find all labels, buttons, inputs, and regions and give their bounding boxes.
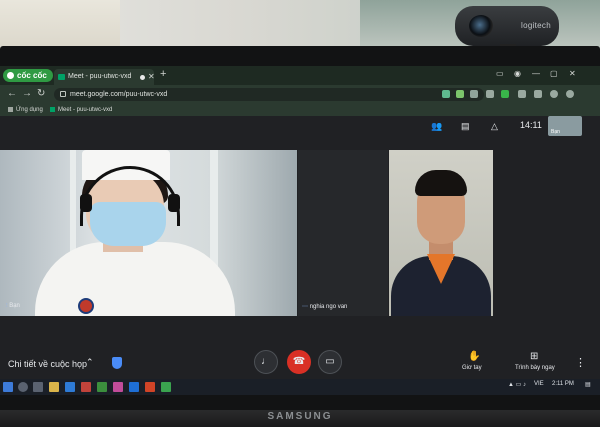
bookmark-star-icon[interactable]: [456, 90, 464, 98]
microphone-icon: ♩: [261, 356, 271, 367]
start-icon[interactable]: [3, 382, 13, 392]
bookmark-apps-label: Ứng dụng: [16, 107, 43, 113]
audio-indicator-icon: ⋯: [302, 304, 308, 310]
activities-icon[interactable]: △: [491, 121, 498, 132]
headset-earpiece: [168, 194, 180, 212]
back-icon[interactable]: ←: [7, 88, 17, 99]
coccoc-taskbar-icon[interactable]: [161, 382, 171, 392]
camera-button[interactable]: ▭: [318, 350, 342, 374]
raise-hand-icon[interactable]: ✋: [468, 351, 480, 362]
participant-name: ⋯ nghia ngo van: [302, 303, 347, 310]
apps-grid-icon: [8, 107, 13, 112]
self-view-label: Bạn: [551, 129, 560, 135]
participant-tile-self[interactable]: ⫶ Bạn: [0, 150, 297, 316]
app-icon[interactable]: [81, 382, 91, 392]
monitor-brand: SAMSUNG: [267, 411, 333, 422]
file-explorer-icon[interactable]: [49, 382, 59, 392]
download-extension-icon[interactable]: [501, 90, 509, 98]
participant-name-text: nghia ngo van: [309, 304, 348, 310]
browser-logo-label: cốc cốc: [17, 71, 47, 80]
chevron-up-icon[interactable]: ⌃: [86, 357, 94, 368]
bookmark-meet-label: Meet - puu-utwc-vxd: [58, 107, 113, 113]
account-icon[interactable]: ◉: [514, 69, 521, 78]
hospital-badge: [78, 298, 94, 314]
security-shield-icon[interactable]: [112, 357, 122, 369]
self-view-thumbnail[interactable]: Bạn: [548, 116, 582, 136]
maximize-icon[interactable]: ▢: [550, 69, 558, 78]
bookmark-apps[interactable]: Ứng dụng: [8, 104, 43, 116]
taskbar-clock[interactable]: 2:11 PM: [552, 381, 574, 387]
window-close-icon[interactable]: ✕: [569, 69, 576, 78]
edge-icon[interactable]: [65, 382, 75, 392]
camera-icon: ▭: [325, 356, 335, 367]
meeting-clock: 14:11: [520, 120, 542, 130]
present-label[interactable]: Trình bày ngay: [515, 365, 555, 371]
lock-icon: [60, 91, 66, 97]
meet-content: 👥 ▤ △ 14:11 Bạn ⫶ Bạn ⋯ nghia ngo van: [0, 116, 600, 379]
tab-close-icon[interactable]: ✕: [148, 69, 155, 85]
menu-icon[interactable]: [566, 90, 574, 98]
app-icon[interactable]: [113, 382, 123, 392]
tray-icons[interactable]: ▲ ▭ ♪: [508, 381, 526, 388]
chat-icon[interactable]: ▤: [461, 121, 470, 132]
participant-hair: [415, 170, 467, 196]
coccoc-icon: [7, 72, 14, 79]
meeting-details-button[interactable]: Chi tiết về cuộc họp: [8, 359, 87, 369]
url-text: meet.google.com/puu-utwc-vxd: [70, 91, 168, 98]
monitor-screen: cốc cốc Meet - puu-utwc-vxd ✕ + ▭ ◉ — ▢ …: [0, 66, 600, 395]
people-icon[interactable]: 👥: [431, 121, 442, 132]
more-options-icon[interactable]: ⋮: [575, 356, 586, 369]
app-icon[interactable]: [129, 382, 139, 392]
end-call-icon: ☎: [292, 356, 306, 367]
minimize-icon[interactable]: —: [532, 69, 540, 78]
recording-dot-icon: [140, 75, 145, 80]
browser-toolbar: ← → ↻ meet.google.com/puu-utwc-vxd: [0, 85, 600, 104]
search-icon[interactable]: [18, 382, 28, 392]
end-call-button[interactable]: ☎: [287, 350, 311, 374]
browser-tab-strip: cốc cốc Meet - puu-utwc-vxd ✕ + ▭ ◉ — ▢ …: [0, 66, 600, 85]
puzzle-icon[interactable]: [518, 90, 526, 98]
meet-control-bar: Chi tiết về cuộc họp ⌃ ♩ ☎ ▭ ✋ Giơ tay ⊞…: [0, 348, 600, 379]
headset-earpiece: [80, 194, 92, 212]
webcam-brand: logitech: [521, 21, 551, 30]
audio-indicator-icon: ⫶: [6, 303, 8, 309]
webcam: logitech: [455, 6, 559, 46]
webcam-lens: [469, 15, 493, 37]
reload-icon[interactable]: ↻: [37, 88, 45, 99]
tab-search-icon[interactable]: ▭: [496, 69, 504, 78]
address-bar[interactable]: meet.google.com/puu-utwc-vxd: [54, 88, 484, 101]
input-language[interactable]: VIE: [534, 381, 544, 387]
sidebar-icon[interactable]: [534, 90, 542, 98]
tab-title: Meet - puu-utwc-vxd: [68, 73, 132, 80]
meet-favicon-icon: [58, 74, 65, 80]
participant-name: ⫶ Bạn: [6, 303, 20, 310]
task-view-icon[interactable]: [33, 382, 43, 392]
tab-meet[interactable]: Meet - puu-utwc-vxd ✕: [54, 69, 155, 85]
forward-icon[interactable]: →: [22, 88, 32, 99]
notification-icon[interactable]: ▤: [585, 381, 591, 388]
participant-tile-remote[interactable]: [389, 150, 493, 316]
bookmark-meet[interactable]: Meet - puu-utwc-vxd: [50, 104, 112, 116]
raise-hand-label[interactable]: Giơ tay: [462, 365, 482, 371]
profile-icon[interactable]: [550, 90, 558, 98]
participant-name-text: Bạn: [9, 303, 20, 309]
new-tab-button[interactable]: +: [160, 68, 166, 80]
meet-favicon-icon: [50, 107, 55, 112]
app-icon[interactable]: [145, 382, 155, 392]
window-frame: [210, 150, 218, 270]
camera-permission-icon[interactable]: [442, 90, 450, 98]
shield-extension-icon[interactable]: [486, 90, 494, 98]
present-icon[interactable]: ⊞: [530, 351, 538, 362]
windows-taskbar: ▲ ▭ ♪ VIE 2:11 PM ▤: [0, 379, 600, 395]
app-icon[interactable]: [97, 382, 107, 392]
microphone-button[interactable]: ♩: [254, 350, 278, 374]
participant-tile-remote-area: ⋯ nghia ngo van: [298, 150, 388, 316]
extension-icon[interactable]: [470, 90, 478, 98]
bookmarks-bar: Ứng dụng Meet - puu-utwc-vxd: [0, 104, 600, 116]
browser-logo-button[interactable]: cốc cốc: [3, 69, 53, 82]
